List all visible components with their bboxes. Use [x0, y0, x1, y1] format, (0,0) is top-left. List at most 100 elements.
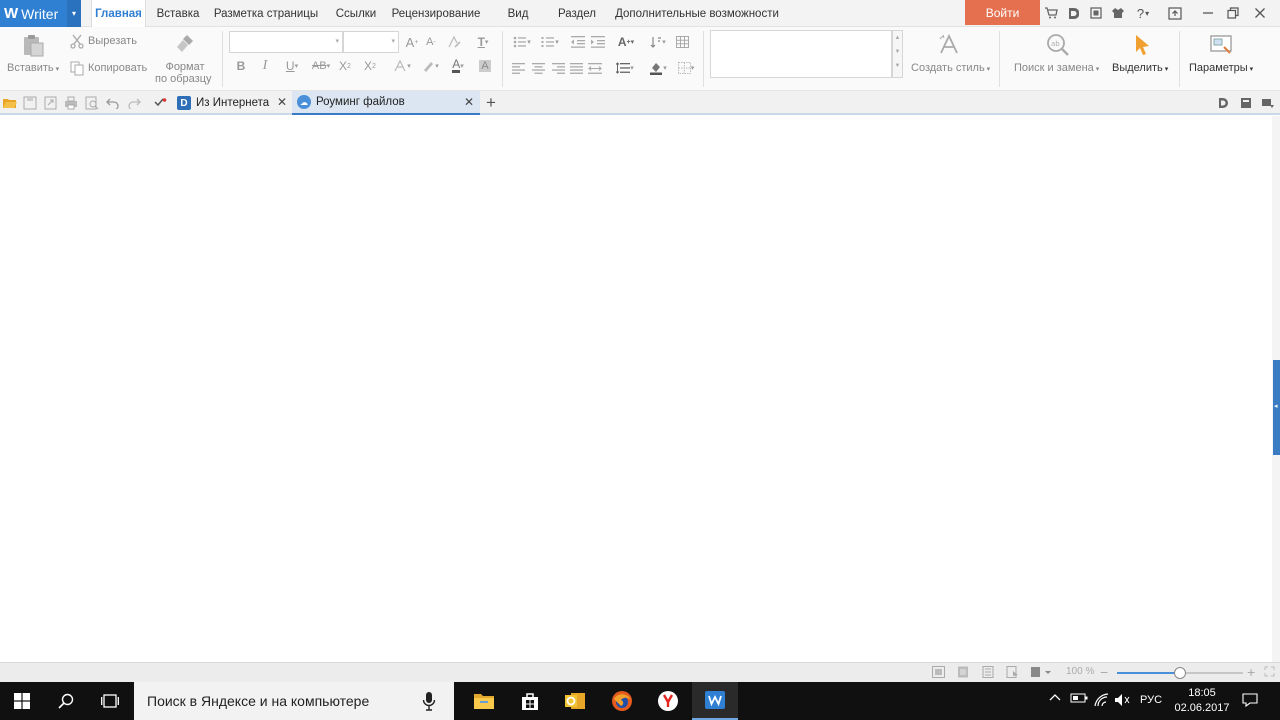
- settings-icon[interactable]: [1208, 33, 1236, 57]
- tab-references[interactable]: Ссылки: [330, 0, 382, 27]
- cut-button[interactable]: Вырезать: [88, 35, 137, 47]
- font-size-combo[interactable]: ▾: [343, 31, 399, 53]
- close-icon[interactable]: [1252, 5, 1268, 21]
- fullscreen-view-icon[interactable]: [932, 666, 945, 678]
- select-button[interactable]: Выделить ▾: [1112, 62, 1168, 74]
- search-icon[interactable]: [44, 682, 88, 720]
- align-center-icon[interactable]: [530, 60, 546, 76]
- style-gallery-scroll[interactable]: ▲ ▼ ▼: [892, 30, 903, 78]
- format-painter-button[interactable]: Формат: [165, 61, 205, 73]
- outline-view-icon[interactable]: [982, 666, 994, 678]
- cursor-arrow-icon[interactable]: [1133, 33, 1153, 57]
- outlook-icon[interactable]: [553, 682, 597, 720]
- char-shading-icon[interactable]: A: [477, 58, 493, 74]
- yandex-browser-icon[interactable]: [646, 682, 690, 720]
- document-canvas[interactable]: [0, 116, 1272, 662]
- docer-small-icon[interactable]: [1215, 95, 1231, 111]
- numbering-icon[interactable]: ▾: [538, 34, 562, 50]
- grow-font-icon[interactable]: A +: [404, 34, 420, 50]
- microphone-icon[interactable]: [422, 691, 436, 711]
- firefox-icon[interactable]: [600, 682, 644, 720]
- zoom-in-icon[interactable]: +: [1247, 664, 1255, 680]
- superscript-icon[interactable]: X2: [337, 58, 353, 74]
- line-spacing-icon[interactable]: ▾: [612, 60, 638, 76]
- create-style-button[interactable]: Создать стиль ▾: [911, 62, 990, 74]
- increase-indent-icon[interactable]: [590, 34, 606, 50]
- change-case-icon[interactable]: A + ▾: [613, 34, 639, 50]
- justify-icon[interactable]: [568, 60, 584, 76]
- copy-button[interactable]: Копировать: [88, 62, 147, 74]
- battery-icon[interactable]: [1070, 693, 1088, 703]
- open-folder-icon[interactable]: [2, 95, 18, 111]
- minimize-icon[interactable]: [1200, 5, 1216, 21]
- cart-icon[interactable]: [1043, 5, 1059, 21]
- redo-icon[interactable]: [126, 95, 142, 111]
- tab-page-layout[interactable]: Разметка страницы: [212, 0, 320, 27]
- file-explorer-icon[interactable]: [462, 682, 506, 720]
- chevron-up-icon[interactable]: [1048, 693, 1062, 701]
- align-right-icon[interactable]: [550, 60, 566, 76]
- underline-icon[interactable]: U ▾: [279, 58, 305, 74]
- find-replace-icon[interactable]: ab: [1045, 33, 1071, 57]
- help-button[interactable]: ? ▾: [1132, 5, 1154, 21]
- notifications-icon[interactable]: [1240, 693, 1260, 707]
- app-menu-dropdown-button[interactable]: ▾: [67, 0, 81, 27]
- text-effects-icon[interactable]: T ▾: [470, 34, 496, 50]
- page-view-icon[interactable]: [957, 666, 969, 678]
- create-style-icon[interactable]: [938, 33, 964, 57]
- subscript-icon[interactable]: X2: [362, 58, 378, 74]
- zoom-slider[interactable]: [1117, 667, 1243, 679]
- login-button[interactable]: Войти: [965, 0, 1040, 25]
- doc-tab-roaming[interactable]: ☁ Роуминг файлов ✕: [292, 91, 480, 115]
- zoom-level[interactable]: 100 %: [1066, 666, 1094, 677]
- decrease-indent-icon[interactable]: [570, 34, 586, 50]
- tshirt-icon[interactable]: [1110, 5, 1126, 21]
- new-tab-plus-icon[interactable]: +: [483, 94, 499, 111]
- distributed-icon[interactable]: [587, 60, 603, 76]
- save-icon[interactable]: [22, 95, 38, 111]
- highlight-icon[interactable]: ▾: [418, 58, 442, 74]
- taskbar-search-input[interactable]: Поиск в Яндексе и на компьютере: [134, 682, 454, 720]
- zoom-out-icon[interactable]: −: [1100, 664, 1108, 680]
- find-replace-button[interactable]: Поиск и замена ▾: [1014, 62, 1099, 74]
- align-left-icon[interactable]: [510, 60, 526, 76]
- tab-view[interactable]: Вид: [502, 0, 534, 27]
- bold-icon[interactable]: B: [233, 58, 249, 74]
- clear-format-icon[interactable]: [446, 34, 462, 50]
- bullets-icon[interactable]: ▾: [510, 34, 534, 50]
- undo-icon[interactable]: [105, 95, 121, 111]
- clock[interactable]: 18:05 02.06.2017: [1170, 686, 1234, 716]
- tab-insert[interactable]: Вставка: [152, 0, 204, 27]
- side-panel-handle[interactable]: ◂: [1273, 360, 1280, 455]
- tab-home[interactable]: Главная: [91, 0, 146, 28]
- web-view-icon[interactable]: [1006, 666, 1019, 678]
- format-painter-icon[interactable]: [173, 32, 197, 56]
- docer-icon[interactable]: [1065, 5, 1081, 21]
- app-menu-button[interactable]: W Writer: [0, 0, 67, 27]
- settings-button[interactable]: Параметры ▾: [1189, 62, 1253, 74]
- scissors-icon[interactable]: [69, 33, 85, 49]
- copy-icon[interactable]: [69, 60, 85, 76]
- doc-tab-internet[interactable]: D Из Интернета ✕: [173, 91, 291, 115]
- font-color-icon[interactable]: A ▾: [445, 58, 471, 74]
- tab-list-icon[interactable]: [1260, 95, 1276, 111]
- shrink-font-icon[interactable]: A-: [423, 34, 439, 50]
- restore-icon[interactable]: [1225, 5, 1241, 21]
- paragraph-shading-icon[interactable]: ▾: [645, 60, 671, 76]
- export-pdf-icon[interactable]: [43, 95, 59, 111]
- font-name-combo[interactable]: ▾: [229, 31, 343, 53]
- input-language[interactable]: РУС: [1140, 694, 1162, 706]
- paste-button[interactable]: Вставить ▾: [7, 62, 59, 74]
- italic-icon[interactable]: I: [257, 58, 273, 74]
- volume-icon[interactable]: [1114, 693, 1130, 707]
- window-mode-icon[interactable]: [1166, 5, 1184, 21]
- print-preview-icon[interactable]: [84, 95, 100, 111]
- windows-start-icon[interactable]: [0, 682, 44, 720]
- sidebar-toggle-icon[interactable]: [1238, 95, 1254, 111]
- wps-writer-taskbar-icon[interactable]: [692, 682, 738, 720]
- paste-icon[interactable]: [20, 32, 48, 60]
- text-outline-icon[interactable]: ▾: [390, 58, 414, 74]
- tab-section[interactable]: Раздел: [554, 0, 600, 27]
- task-view-icon[interactable]: [88, 682, 132, 720]
- reading-mode-icon[interactable]: [1030, 666, 1054, 678]
